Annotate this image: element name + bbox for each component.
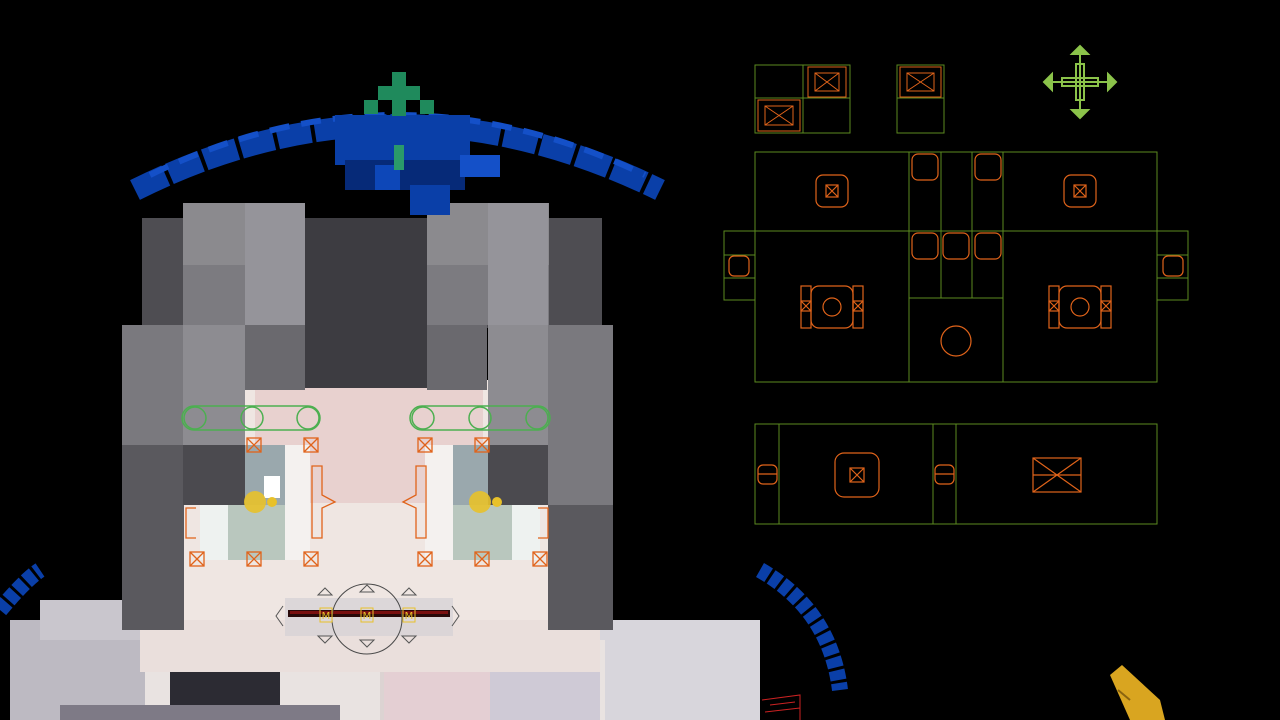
eye-handle-left[interactable] xyxy=(800,285,864,329)
brow-handle-right[interactable] xyxy=(1063,174,1097,208)
mouth-side-handle-left[interactable] xyxy=(757,464,778,485)
jaw-handle[interactable] xyxy=(834,452,880,498)
center-handle[interactable] xyxy=(911,232,939,260)
mouth-label-right: M xyxy=(405,611,414,622)
side-handle-left[interactable] xyxy=(728,255,750,277)
center-handle[interactable] xyxy=(974,153,1002,181)
nose-handle[interactable] xyxy=(940,325,972,357)
face-frame-main[interactable] xyxy=(723,151,1189,383)
center-handle[interactable] xyxy=(942,232,970,260)
pupil-marker-left[interactable] xyxy=(244,491,266,513)
viewport-canvas[interactable]: M M M xyxy=(0,0,1280,720)
pupil-marker-right[interactable] xyxy=(469,491,491,513)
center-handle[interactable] xyxy=(974,232,1002,260)
top-frame-right[interactable] xyxy=(896,64,945,134)
mouth-label-center: M xyxy=(363,611,372,622)
brow-handle-left[interactable] xyxy=(815,174,849,208)
side-handle-right[interactable] xyxy=(1162,255,1184,277)
rig-control-panel[interactable] xyxy=(723,44,1189,525)
center-handle[interactable] xyxy=(911,153,939,181)
mouth-handle-center[interactable]: M xyxy=(360,607,374,623)
red-wire-element xyxy=(761,694,801,720)
mouth-shape-handle[interactable] xyxy=(1032,457,1082,493)
eye-handle-right[interactable] xyxy=(1048,285,1112,329)
transform-gizmo-handle[interactable] xyxy=(1110,665,1165,720)
top-handle-a[interactable] xyxy=(807,66,847,98)
mouth-side-handle-mid[interactable] xyxy=(934,464,955,485)
mouth-handle-left[interactable]: M xyxy=(319,607,333,623)
3d-viewport[interactable]: M M M xyxy=(0,0,1280,720)
top-handle-b[interactable] xyxy=(757,99,801,132)
mouth-label-left: M xyxy=(322,611,331,622)
mouth-frame[interactable] xyxy=(754,423,1158,525)
mouth-handle-right[interactable]: M xyxy=(402,607,416,623)
move-gizmo-icon[interactable] xyxy=(1042,44,1118,120)
top-handle-c[interactable] xyxy=(899,66,942,98)
